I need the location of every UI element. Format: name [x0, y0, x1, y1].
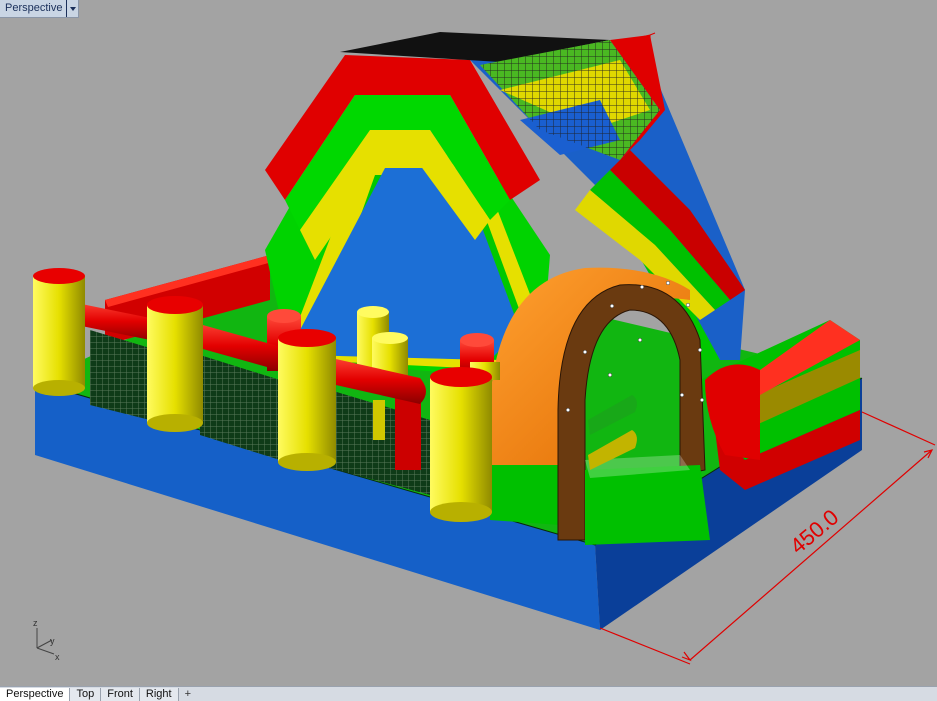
- tab-top[interactable]: Top: [70, 688, 102, 701]
- tab-right[interactable]: Right: [139, 688, 179, 701]
- perspective-viewport[interactable]: 450.0 z y x Perspective: [0, 0, 937, 686]
- dimension-label: 450.0: [785, 504, 843, 559]
- tab-front[interactable]: Front: [101, 688, 140, 701]
- model-scene[interactable]: 450.0: [0, 0, 937, 686]
- viewport-header: Perspective: [0, 0, 80, 18]
- tab-perspective[interactable]: Perspective: [0, 688, 71, 701]
- add-tab-icon[interactable]: +: [179, 688, 197, 701]
- axis-triad: z y x: [33, 618, 60, 662]
- viewport-menu-button[interactable]: [66, 0, 78, 17]
- axis-x-label: x: [55, 652, 60, 662]
- viewport-title[interactable]: Perspective: [0, 0, 66, 17]
- viewport-tabbar: Perspective Top Front Right +: [0, 686, 937, 701]
- chevron-down-icon: [69, 6, 76, 11]
- axis-z-label: z: [33, 618, 38, 628]
- axis-y-label: y: [50, 636, 55, 646]
